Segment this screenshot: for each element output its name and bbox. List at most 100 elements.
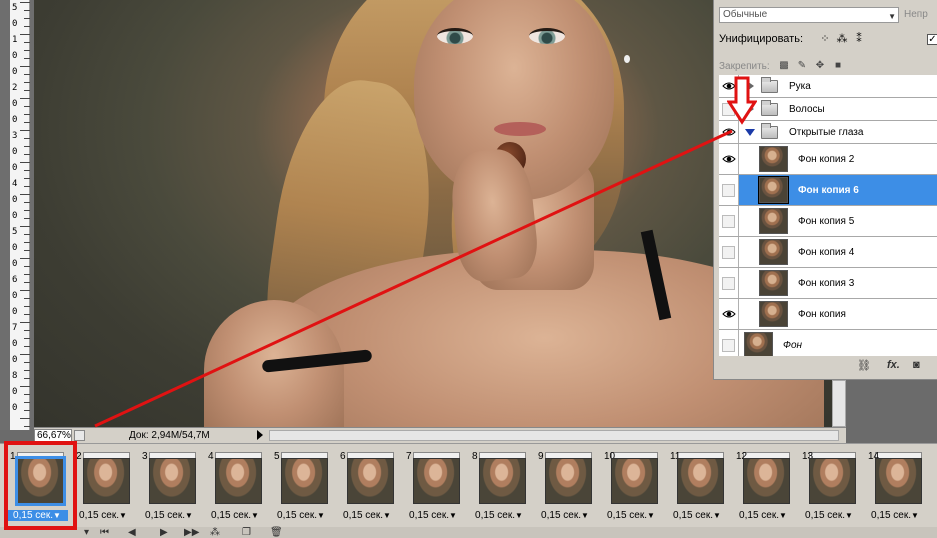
frame-delay-select[interactable]: 0,15 сек.▼: [534, 510, 596, 521]
animation-frame[interactable]: 7 0,15 сек.▼: [402, 449, 464, 525]
visibility-toggle[interactable]: [719, 175, 739, 205]
animation-frame[interactable]: 9 0,15 сек.▼: [534, 449, 596, 525]
ruler-tick: [24, 154, 30, 155]
previous-frame-icon[interactable]: ◀: [128, 527, 136, 538]
frame-thumbnail: [677, 458, 724, 504]
frame-delay-select[interactable]: 0,15 сек.▼: [138, 510, 200, 521]
animation-frame[interactable]: 13 0,15 сек.▼: [798, 449, 860, 525]
visibility-toggle[interactable]: [719, 144, 739, 174]
ruler-tick: [20, 194, 30, 195]
chevron-down-icon: ▼: [251, 511, 259, 520]
layer-row[interactable]: Фон копия 5: [719, 206, 937, 237]
frame-number: 8: [472, 451, 478, 462]
layer-row[interactable]: Фон копия 2: [719, 144, 937, 175]
ruler-label: 0: [12, 19, 18, 29]
animation-frame[interactable]: 5 0,15 сек.▼: [270, 449, 332, 525]
ruler-tick: [24, 138, 30, 139]
frame-delay-select[interactable]: 0,15 сек.▼: [204, 510, 266, 521]
frame-delay-select[interactable]: 0,15 сек.▼: [72, 510, 134, 521]
zoom-preview-icon[interactable]: [74, 430, 85, 441]
frame-delay-value: 0,15 сек.: [541, 510, 582, 521]
ruler-label: 4: [12, 179, 18, 189]
layer-name: Фон копия 6: [798, 185, 859, 196]
animation-frame[interactable]: 14 0,15 сек.▼: [864, 449, 926, 525]
next-frame-icon[interactable]: ▶▶: [184, 527, 199, 538]
ruler-label: 0: [12, 259, 18, 269]
frame-thumbnail: [479, 458, 526, 504]
folder-icon: [761, 77, 778, 93]
blend-mode-select[interactable]: Обычные ▼: [719, 7, 899, 23]
animation-frame[interactable]: 4 0,15 сек.▼: [204, 449, 266, 525]
duplicate-frame-icon[interactable]: ❐: [242, 527, 251, 538]
mask-icon[interactable]: ◙: [913, 359, 920, 371]
tween-icon[interactable]: ⁂: [210, 527, 220, 538]
visibility-toggle[interactable]: [719, 206, 739, 236]
ruler-tick: [24, 298, 30, 299]
ruler-tick: [24, 122, 30, 123]
first-frame-icon[interactable]: ⏮: [100, 527, 109, 538]
lock-pixels-icon[interactable]: ✎: [796, 60, 808, 72]
lock-all-icon[interactable]: ■: [832, 60, 844, 72]
visibility-toggle[interactable]: [719, 268, 739, 298]
frame-delay-select[interactable]: 0,15 сек.▼: [402, 510, 464, 521]
ruler-tick: [24, 314, 30, 315]
unify-checkbox[interactable]: ✓: [927, 34, 937, 45]
lock-transparency-icon[interactable]: ▩: [778, 60, 790, 72]
layer-row[interactable]: Фон копия 6: [719, 175, 937, 206]
animation-frame[interactable]: 12 0,15 сек.▼: [732, 449, 794, 525]
lock-position-icon[interactable]: ✥: [814, 60, 826, 72]
layer-name: Фон копия 2: [798, 154, 855, 165]
status-menu-arrow-icon[interactable]: [257, 430, 263, 440]
animation-frame[interactable]: 11 0,15 сек.▼: [666, 449, 728, 525]
frame-delay-select[interactable]: 0,15 сек.▼: [336, 510, 398, 521]
ruler-label: 8: [12, 371, 18, 381]
animation-timeline: 1 0,15 сек.▼ 2 0,15 сек.▼ 3 0,15 сек.▼ 4 0,15 с…: [0, 443, 937, 538]
frame-delay-select[interactable]: 0,15 сек.▼: [600, 510, 662, 521]
animation-frame[interactable]: 3 0,15 сек.▼: [138, 449, 200, 525]
unify-position-icon[interactable]: ⁘: [818, 32, 832, 46]
loop-dropdown-icon[interactable]: ▾: [84, 527, 89, 538]
play-icon[interactable]: ▶: [160, 527, 168, 538]
unify-style-icon[interactable]: ⁑: [852, 32, 866, 46]
delete-frame-icon[interactable]: 🗑: [270, 527, 283, 538]
ruler-tick: [20, 354, 30, 355]
frame-thumbnail: [875, 458, 922, 504]
frame-delay-select[interactable]: 0,15 сек.▼: [732, 510, 794, 521]
layer-thumbnail: [759, 301, 788, 327]
frame-number: 6: [340, 451, 346, 462]
ruler-tick: [24, 410, 30, 411]
visibility-toggle[interactable]: [719, 299, 739, 329]
ruler-label: 0: [12, 115, 18, 125]
frame-delay-select[interactable]: 0,15 сек.▼: [666, 510, 728, 521]
visibility-toggle[interactable]: [719, 237, 739, 267]
layer-row[interactable]: Фон копия 3: [719, 268, 937, 299]
layer-row[interactable]: Фон копия: [719, 299, 937, 330]
animation-frame[interactable]: 10 0,15 сек.▼: [600, 449, 662, 525]
unify-visibility-icon[interactable]: ⁂: [835, 32, 849, 46]
ruler-label: 0: [12, 99, 18, 109]
ruler-tick: [20, 130, 30, 131]
frame-delay-value: 0,15 сек.: [673, 510, 714, 521]
vertical-scrollbar[interactable]: [832, 380, 846, 427]
chevron-down-icon: ▼: [185, 511, 193, 520]
frame-delay-select[interactable]: 0,15 сек.▼: [864, 510, 926, 521]
frame-delay-select[interactable]: 0,15 сек.▼: [798, 510, 860, 521]
fx-icon[interactable]: fx.: [887, 359, 900, 371]
layer-row[interactable]: Фон копия 4: [719, 237, 937, 268]
layer-name: Волосы: [789, 104, 825, 115]
chevron-down-icon: ▼: [383, 511, 391, 520]
animation-frame[interactable]: 2 0,15 сек.▼: [72, 449, 134, 525]
horizontal-scrollbar[interactable]: [269, 430, 839, 441]
document-size-info: Док: 2,94M/54,7M: [129, 430, 210, 441]
frame-delay-select[interactable]: 0,15 сек.▼: [270, 510, 332, 521]
frame-delay-select[interactable]: 0,15 сек.▼: [468, 510, 530, 521]
layers-panel-footer: ⛓ fx. ◙: [719, 356, 937, 376]
animation-frame[interactable]: 8 0,15 сек.▼: [468, 449, 530, 525]
animation-frame[interactable]: 6 0,15 сек.▼: [336, 449, 398, 525]
layer-thumbnail: [759, 146, 788, 172]
frame-thumbnail: [347, 458, 394, 504]
link-icon[interactable]: ⛓: [857, 359, 871, 372]
layer-name: Открытые глаза: [789, 127, 864, 138]
chevron-down-icon: ▼: [911, 511, 919, 520]
expand-triangle-icon[interactable]: [745, 129, 755, 136]
